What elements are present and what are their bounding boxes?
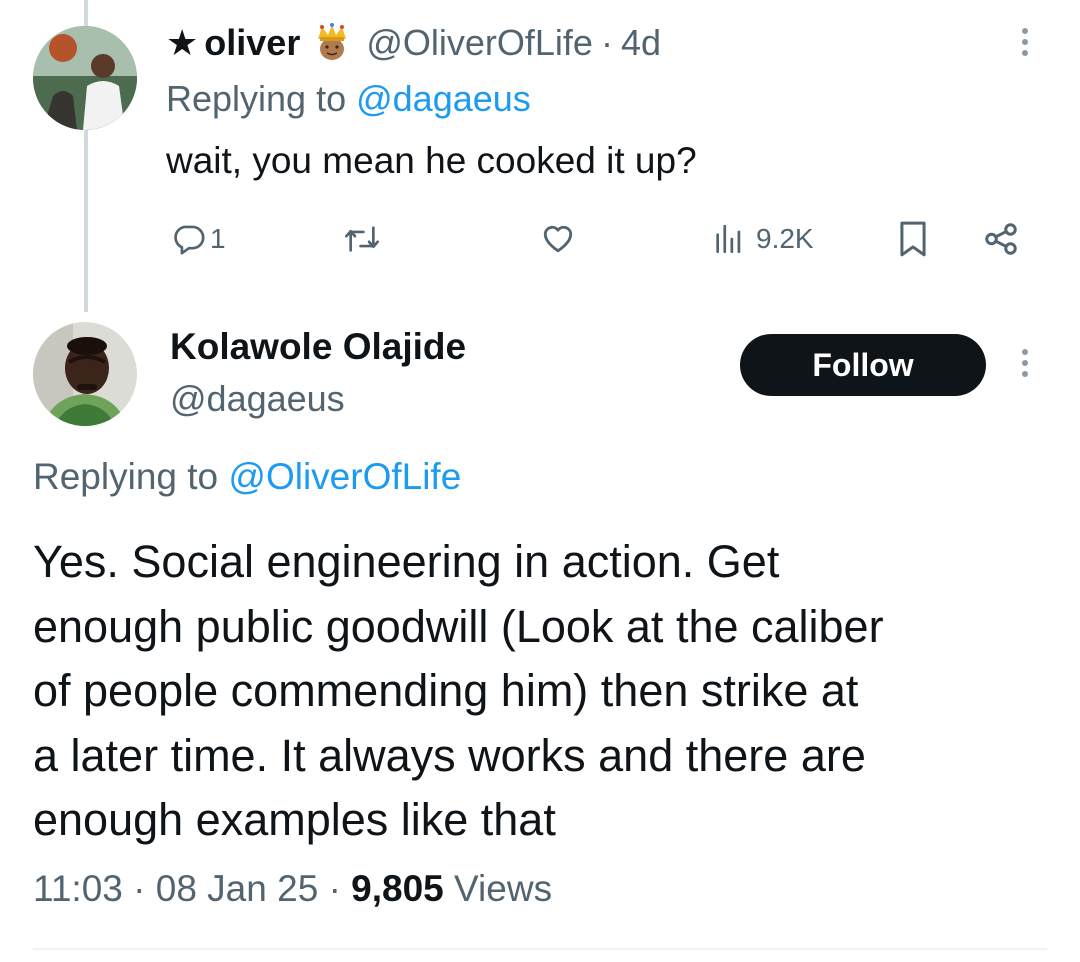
- separator-dot: ·: [133, 868, 146, 909]
- tweet2-text: Yes. Social engineering in action. Get e…: [33, 530, 1043, 853]
- tweet-time[interactable]: 4d: [621, 22, 661, 64]
- avatar-oliver[interactable]: [33, 26, 137, 130]
- tweet-text-line: of people commending him) then strike at: [33, 665, 859, 716]
- author-name[interactable]: Kolawole Olajide: [170, 326, 466, 368]
- bookmark-button[interactable]: [897, 220, 929, 258]
- like-icon: [540, 220, 576, 256]
- replying-to-label: Replying to: [33, 456, 229, 497]
- tweet-time[interactable]: 11:03: [33, 868, 123, 909]
- avatar-kolawole[interactable]: [33, 322, 137, 426]
- replying-to: Replying to @dagaeus: [166, 78, 531, 120]
- reply-icon: [172, 222, 206, 256]
- separator-dot: ·: [328, 868, 341, 909]
- author-handle[interactable]: @OliverOfLife: [366, 22, 593, 64]
- more-icon[interactable]: [1022, 349, 1028, 377]
- tweet-text-line: enough public goodwill (Look at the cali…: [33, 600, 884, 652]
- replying-to: Replying to @OliverOfLife: [33, 456, 461, 498]
- follow-button[interactable]: Follow: [740, 334, 986, 396]
- share-button[interactable]: [982, 220, 1020, 258]
- tweet-text-line: enough examples like that: [33, 794, 556, 845]
- views-count: 9,805: [351, 868, 444, 909]
- replying-to-handle[interactable]: @dagaeus: [356, 78, 531, 119]
- more-icon[interactable]: [1022, 28, 1028, 56]
- tweet-text-line: a later time. It always works and there …: [33, 729, 866, 781]
- tweet-text-line: Yes. Social engineering in action. Get: [33, 536, 780, 587]
- replying-to-label: Replying to: [166, 78, 357, 119]
- tweet1-actions: 1 9.2K: [0, 218, 1080, 262]
- star-prefix: ★: [166, 22, 199, 63]
- retweet-icon: [342, 222, 382, 256]
- tweet1-text: wait, you mean he cooked it up?: [166, 140, 697, 181]
- reply-count: 1: [210, 223, 226, 254]
- tweet-meta: 11:03 · 08 Jan 25 · 9,805 Views: [33, 868, 552, 910]
- share-icon: [982, 220, 1020, 258]
- tweet-date[interactable]: 08 Jan 25: [156, 868, 319, 909]
- crown-emoji-icon: [312, 21, 352, 66]
- tweet1-header: ★ oliver @OliverOfLife · 4d: [166, 20, 661, 66]
- reply-button[interactable]: 1: [172, 222, 226, 256]
- views-label: Views: [454, 868, 553, 909]
- bookmark-icon: [897, 220, 929, 258]
- views-icon: [712, 222, 746, 256]
- views-count: 9.2K: [756, 223, 814, 254]
- divider: [33, 948, 1047, 950]
- author-handle[interactable]: @dagaeus: [170, 378, 345, 420]
- separator-dot: ·: [600, 22, 613, 63]
- retweet-button[interactable]: [342, 222, 382, 256]
- replying-to-handle[interactable]: @OliverOfLife: [228, 456, 461, 497]
- views-button[interactable]: 9.2K: [712, 222, 814, 256]
- author-name[interactable]: oliver: [204, 22, 300, 64]
- like-button[interactable]: [540, 220, 576, 256]
